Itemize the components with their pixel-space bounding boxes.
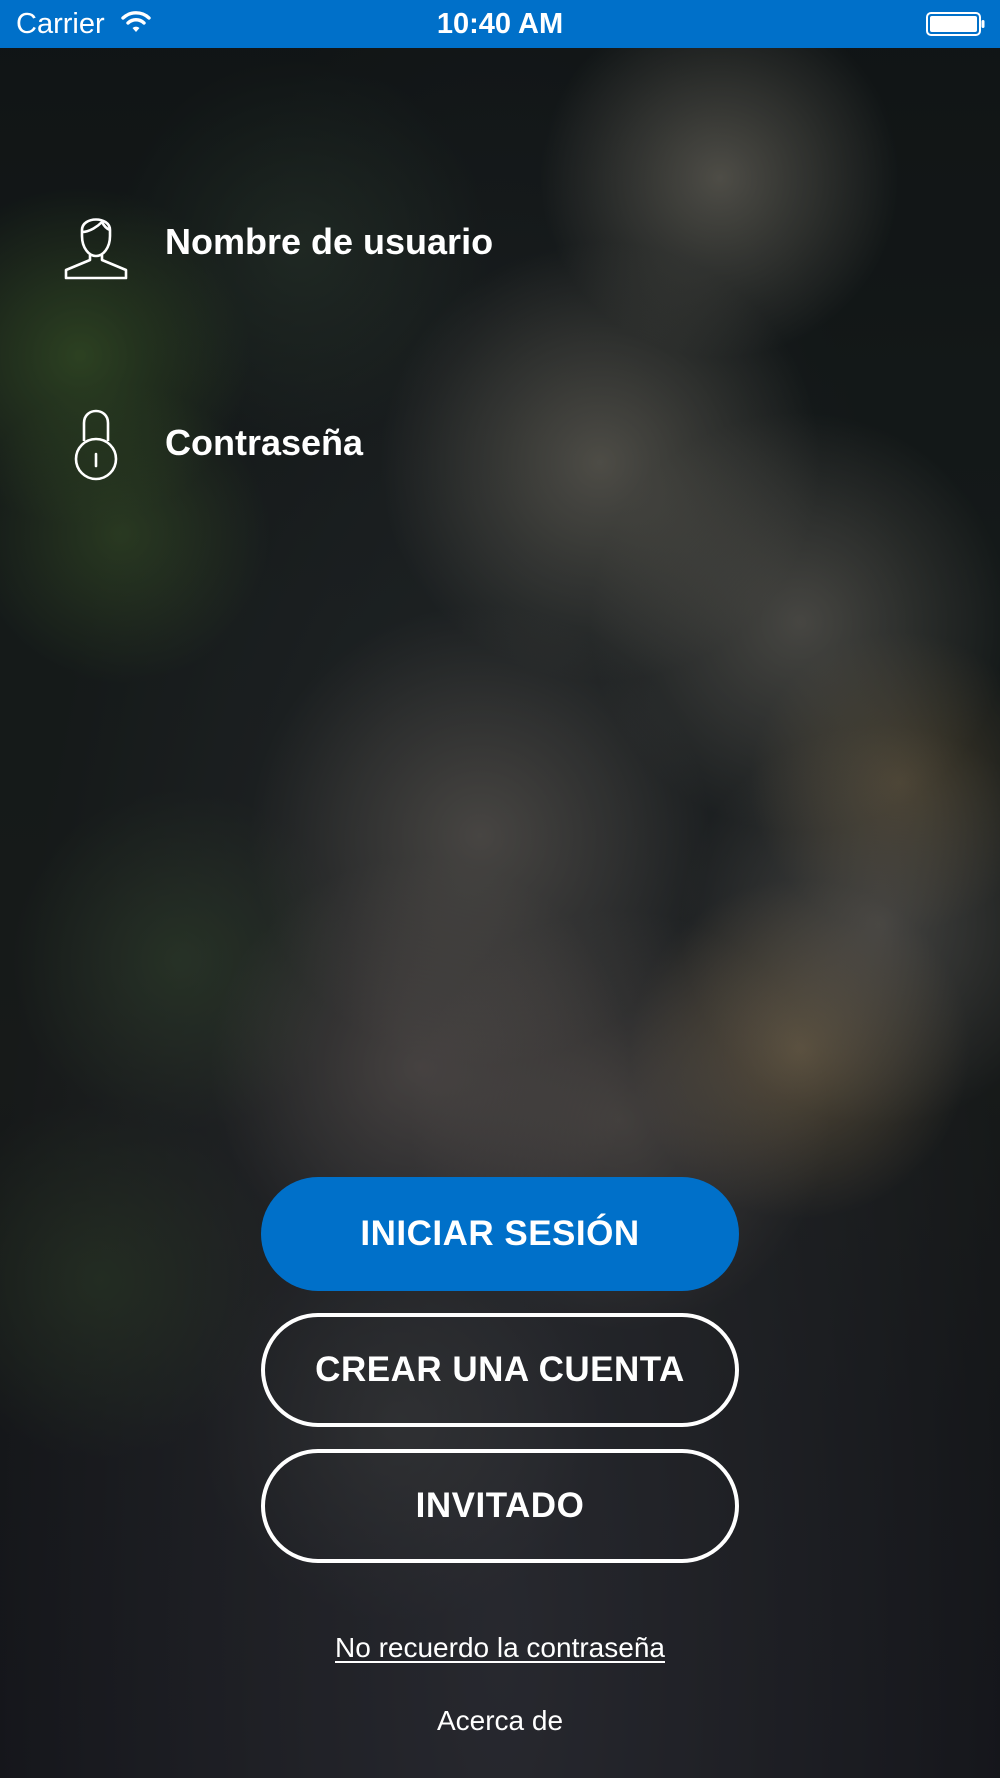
login-button[interactable]: INICIAR SESIÓN bbox=[261, 1177, 739, 1291]
forgot-password-link[interactable]: No recuerdo la contraseña bbox=[0, 1632, 1000, 1664]
password-field bbox=[0, 393, 1000, 493]
battery-icon bbox=[926, 12, 985, 36]
password-input[interactable] bbox=[165, 417, 945, 469]
login-screen: Carrier 10:40 AM INICIAR SESIÓN bbox=[0, 0, 1000, 1778]
username-input[interactable] bbox=[165, 216, 945, 268]
guest-button[interactable]: INVITADO bbox=[261, 1449, 739, 1563]
about-link[interactable]: Acerca de bbox=[0, 1705, 1000, 1737]
status-bar: Carrier 10:40 AM bbox=[0, 0, 1000, 48]
lock-icon bbox=[74, 409, 118, 481]
create-account-button[interactable]: CREAR UNA CUENTA bbox=[261, 1313, 739, 1427]
status-time: 10:40 AM bbox=[436, 8, 564, 40]
user-icon bbox=[64, 218, 128, 280]
username-field bbox=[0, 192, 1000, 292]
